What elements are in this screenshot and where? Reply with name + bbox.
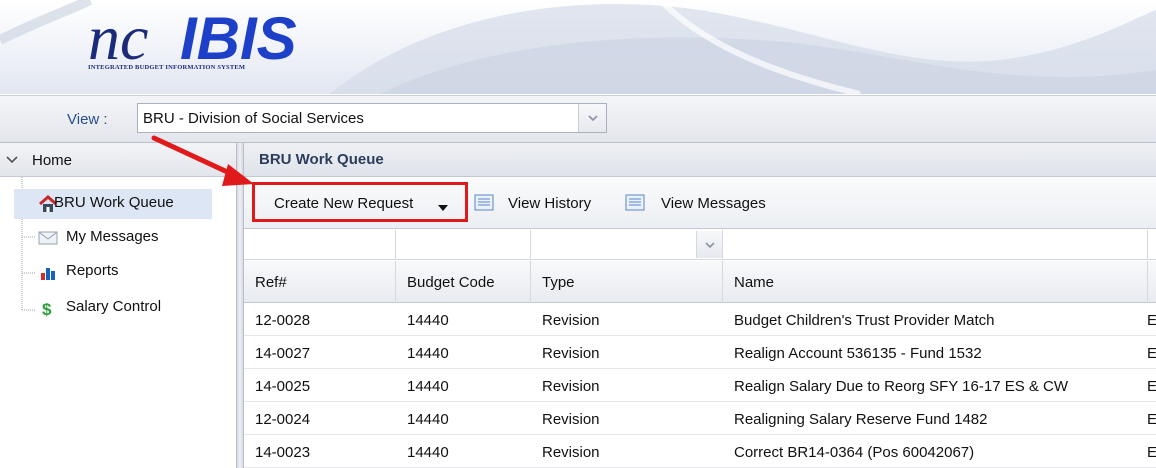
cell-ref: 12-0024 — [255, 411, 311, 428]
table-row[interactable]: 14-0027 14440 Revision Realign Account 5… — [244, 337, 1156, 369]
highlight-box — [252, 182, 468, 222]
cell-status: E — [1147, 444, 1156, 461]
cell-budget-code: 14440 — [407, 411, 449, 428]
table-row[interactable]: 12-0028 14440 Revision Budget Children's… — [244, 304, 1156, 336]
sidebar-item-label: Salary Control — [66, 298, 162, 315]
document-icon — [474, 194, 494, 211]
view-select-value: BRU - Division of Social Services — [143, 110, 364, 127]
chevron-down-icon[interactable] — [5, 153, 19, 171]
filter-name-input[interactable] — [723, 230, 1148, 260]
sidebar-item-label: BRU Work Queue — [54, 194, 174, 211]
cell-budget-code: 14440 — [407, 444, 449, 461]
app-header: nc IBIS INTEGRATED BUDGET INFORMATION SY… — [0, 0, 1156, 94]
cell-budget-code: 14440 — [407, 312, 449, 329]
cell-status: E — [1147, 345, 1156, 362]
view-history-label: View History — [508, 195, 592, 212]
table-row[interactable]: 14-0023 14440 Revision Correct BR14-0364… — [244, 436, 1156, 468]
view-history-button[interactable]: View History — [474, 189, 614, 219]
view-label: View : — [67, 111, 108, 128]
cell-budget-code: 14440 — [407, 345, 449, 362]
cell-type: Revision — [542, 411, 600, 428]
sidebar-item-salary-control[interactable]: $ Salary Control — [14, 293, 214, 323]
envelope-icon — [38, 229, 58, 247]
panel-title-bar: BRU Work Queue — [244, 143, 1156, 177]
cell-name: Realigning Salary Reserve Fund 1482 — [734, 411, 988, 428]
document-icon — [625, 194, 645, 211]
sidebar-item-label: Reports — [66, 262, 119, 279]
cell-budget-code: 14440 — [407, 378, 449, 395]
sidebar-item-my-messages[interactable]: My Messages — [14, 223, 214, 253]
filter-row — [244, 230, 1156, 260]
cell-status: E — [1147, 312, 1156, 329]
cell-name: Correct BR14-0364 (Pos 60042067) — [734, 444, 975, 461]
dollar-icon: $ — [38, 299, 58, 319]
column-header-name[interactable]: Name — [723, 261, 1148, 303]
filter-ref-input[interactable] — [244, 230, 396, 260]
annotation-arrow-icon — [151, 135, 254, 186]
logo-tagline: INTEGRATED BUDGET INFORMATION SYSTEM — [88, 64, 246, 71]
cell-status: E — [1147, 378, 1156, 395]
panel-title: BRU Work Queue — [259, 151, 384, 168]
cell-name: Realign Account 536135 - Fund 1532 — [734, 345, 982, 362]
sidebar-item-reports[interactable]: Reports — [14, 257, 214, 287]
column-header-ref[interactable]: Ref# — [244, 261, 396, 303]
cell-name: Budget Children's Trust Provider Match — [734, 312, 995, 329]
toolbar: Create New Request View History View Mes… — [244, 177, 1156, 229]
cell-ref: 14-0027 — [255, 345, 311, 362]
column-header-label: Ref# — [255, 274, 287, 291]
column-header-type[interactable]: Type — [531, 261, 723, 303]
cell-type: Revision — [542, 312, 600, 329]
table-row[interactable]: 14-0025 14440 Revision Realign Salary Du… — [244, 370, 1156, 402]
cell-type: Revision — [542, 444, 600, 461]
sidebar-item-label: My Messages — [66, 228, 159, 245]
svg-text:$: $ — [42, 300, 52, 317]
svg-text:nc: nc — [88, 4, 148, 73]
work-queue-panel: BRU Work Queue Create New Request View H… — [244, 143, 1156, 468]
nav-home-label: Home — [32, 152, 73, 169]
cell-status: E — [1147, 411, 1156, 428]
view-messages-button[interactable]: View Messages — [625, 189, 795, 219]
cell-ref: 12-0028 — [255, 312, 311, 329]
view-messages-label: View Messages — [661, 195, 766, 212]
bar-chart-icon — [38, 263, 58, 281]
column-header-label: Type — [542, 274, 575, 291]
cell-ref: 14-0023 — [255, 444, 311, 461]
column-header-label: Name — [734, 274, 775, 291]
column-header-budget-code[interactable]: Budget Code — [396, 261, 531, 303]
view-select[interactable]: BRU - Division of Social Services — [137, 103, 607, 133]
table-row[interactable]: 12-0024 14440 Revision Realigning Salary… — [244, 403, 1156, 435]
cell-type: Revision — [542, 378, 600, 395]
filter-type-select[interactable] — [531, 230, 723, 260]
cell-name: Realign Salary Due to Reorg SFY 16-17 ES… — [734, 378, 1069, 395]
cell-ref: 14-0025 — [255, 378, 311, 395]
chevron-down-icon[interactable] — [696, 231, 722, 258]
table-header: Ref# Budget Code Type Name — [244, 261, 1156, 303]
filter-budget-code-input[interactable] — [396, 230, 531, 260]
chevron-down-icon[interactable] — [578, 104, 606, 132]
cell-type: Revision — [542, 345, 600, 362]
column-header-label: Budget Code — [407, 274, 495, 291]
svg-text:IBIS: IBIS — [180, 5, 297, 72]
